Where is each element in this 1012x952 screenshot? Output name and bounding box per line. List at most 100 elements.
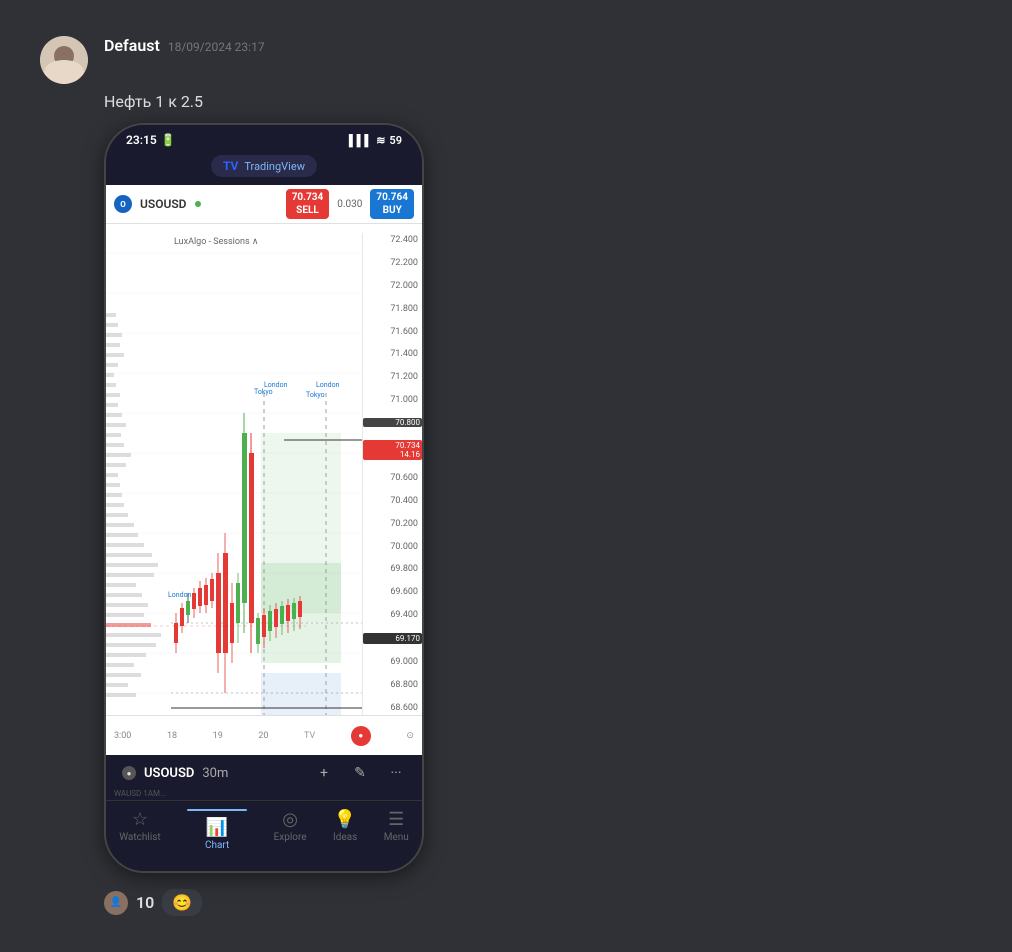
time-axis: 3:00 18 19 20 TV ● ⊙ bbox=[106, 715, 422, 755]
price-68600: 68.600 bbox=[363, 703, 422, 713]
price-71400: 71.400 bbox=[363, 349, 422, 359]
time-19: 19 bbox=[213, 731, 223, 741]
explore-icon: ◎ bbox=[282, 809, 298, 830]
price-71000: 71.000 bbox=[363, 395, 422, 405]
watchlist-label: Watchlist bbox=[119, 832, 160, 843]
post-meta: Defaust 18/09/2024 23:17 bbox=[104, 36, 265, 55]
phone-mockup: 23:15 🔋 ▌▌▌ ≋ 59 TV TradingView bbox=[104, 123, 424, 873]
status-bar: 23:15 🔋 ▌▌▌ ≋ 59 bbox=[106, 125, 422, 151]
bottom-timeframe: 30m bbox=[202, 766, 228, 781]
symbol-icon: O bbox=[114, 195, 132, 213]
chart-top-bar: O USOUSD 70.734 SELL 0.030 70.764 BUY bbox=[106, 185, 422, 224]
session-london-2: London bbox=[316, 381, 339, 389]
menu-icon: ☰ bbox=[388, 809, 404, 830]
chart-svg bbox=[106, 233, 366, 715]
tv-icon: TV bbox=[223, 159, 238, 173]
tv-logo-pill: TV TradingView bbox=[211, 155, 317, 177]
time-300: 3:00 bbox=[114, 731, 131, 741]
price-70400: 70.400 bbox=[363, 496, 422, 506]
tab-explore[interactable]: ◎ Explore bbox=[274, 809, 307, 851]
emoji-icon: 😊 bbox=[172, 893, 192, 912]
time-18: 18 bbox=[167, 731, 177, 741]
tab-watchlist[interactable]: ☆ Watchlist bbox=[119, 809, 160, 851]
tradingview-header: TV TradingView bbox=[106, 151, 422, 185]
price-72000: 72.000 bbox=[363, 281, 422, 291]
more-icon[interactable]: ··· bbox=[386, 763, 406, 783]
post-header: Defaust 18/09/2024 23:17 bbox=[40, 36, 650, 84]
price-68800: 68.800 bbox=[363, 680, 422, 690]
post-text: Нефть 1 к 2.5 bbox=[104, 92, 650, 111]
session-tokyo-1: Tokyo bbox=[254, 388, 273, 396]
watchlist-icon: ☆ bbox=[132, 809, 148, 830]
ideas-icon: 💡 bbox=[334, 809, 356, 830]
emoji-reaction[interactable]: 😊 bbox=[162, 889, 202, 916]
author-name: Defaust bbox=[104, 36, 160, 55]
chart-area: London Tokyo London Tokyo London 72.400 … bbox=[106, 233, 422, 715]
tv-watermark: TV bbox=[304, 731, 315, 741]
clock: 23:15 bbox=[126, 133, 157, 147]
price-70200: 70.200 bbox=[363, 519, 422, 529]
indicator-label: LuxAlgo - Sessions ∧ bbox=[174, 237, 258, 247]
tab-bar: ☆ Watchlist 📊 Chart ◎ Explore 💡 Ideas bbox=[106, 800, 422, 871]
status-icons: ▌▌▌ ≋ 59 bbox=[349, 134, 402, 147]
time-20: 20 bbox=[258, 731, 268, 741]
symbol-name: USOUSD bbox=[140, 197, 187, 211]
add-icon[interactable]: + bbox=[314, 763, 334, 783]
avatar-image bbox=[40, 36, 88, 84]
price-70600: 70.600 bbox=[363, 473, 422, 483]
reactor-avatar: 👤 bbox=[104, 891, 128, 915]
price-69170-badge: 69.170 bbox=[363, 633, 422, 644]
sell-button[interactable]: 70.734 SELL bbox=[286, 189, 330, 219]
ticker-tape: WAUSD 1AM... bbox=[106, 787, 422, 800]
edit-icon[interactable]: ✎ bbox=[350, 763, 370, 783]
price-72200: 72.200 bbox=[363, 258, 422, 268]
oil-drop-icon: ● bbox=[122, 766, 136, 780]
price-71800: 71.800 bbox=[363, 304, 422, 314]
price-axis: 72.400 72.200 72.000 71.800 71.600 71.40… bbox=[362, 233, 422, 715]
status-time: 23:15 🔋 bbox=[126, 133, 176, 147]
symbol-initial: O bbox=[120, 200, 126, 209]
control-icons: + ✎ ··· bbox=[314, 763, 406, 783]
post-timestamp: 18/09/2024 23:17 bbox=[168, 40, 265, 54]
post-container: Defaust 18/09/2024 23:17 Нефть 1 к 2.5 2… bbox=[20, 20, 670, 932]
ideas-label: Ideas bbox=[333, 832, 357, 843]
author-line: Defaust 18/09/2024 23:17 bbox=[104, 36, 265, 55]
phone-wrapper: 23:15 🔋 ▌▌▌ ≋ 59 TV TradingView bbox=[104, 123, 650, 873]
battery-icon: 🔋 bbox=[161, 133, 176, 147]
price-69800: 69.800 bbox=[363, 564, 422, 574]
reaction-count: 10 bbox=[136, 893, 154, 912]
battery-pct: 59 bbox=[389, 134, 402, 147]
explore-label: Explore bbox=[274, 832, 307, 843]
session-tokyo-2: Tokyo bbox=[306, 391, 325, 399]
chart-container: O USOUSD 70.734 SELL 0.030 70.764 BUY bbox=[106, 185, 422, 755]
tab-active-indicator bbox=[187, 809, 247, 811]
price-72400: 72.400 bbox=[363, 235, 422, 245]
price-69600: 69.600 bbox=[363, 587, 422, 597]
tab-chart[interactable]: 📊 Chart bbox=[187, 809, 247, 851]
price-70800: 70.800 bbox=[363, 418, 422, 427]
spread-value: 0.030 bbox=[337, 199, 362, 210]
tab-menu[interactable]: ☰ Menu bbox=[384, 809, 409, 851]
expand-icon[interactable]: ⊙ bbox=[406, 731, 414, 741]
current-price-badge: 70.734 14.16 bbox=[363, 440, 422, 460]
price-71200: 71.200 bbox=[363, 372, 422, 382]
chart-icon: 📊 bbox=[206, 817, 228, 838]
tab-ideas[interactable]: 💡 Ideas bbox=[333, 809, 357, 851]
price-69400: 69.400 bbox=[363, 610, 422, 620]
avatar bbox=[40, 36, 88, 84]
live-indicator bbox=[195, 201, 201, 207]
menu-label: Menu bbox=[384, 832, 409, 843]
reactions-row: 👤 10 😊 bbox=[104, 889, 650, 916]
signal-icon: ▌▌▌ bbox=[349, 134, 372, 147]
symbol-info: ● USOUSD 30m bbox=[122, 766, 228, 781]
bottom-controls: ● USOUSD 30m + ✎ ··· bbox=[106, 755, 422, 787]
tradingview-badge: ● bbox=[351, 726, 371, 746]
wifi-icon: ≋ bbox=[376, 134, 385, 147]
session-london-3: London bbox=[168, 591, 191, 599]
buy-button[interactable]: 70.764 BUY bbox=[370, 189, 414, 219]
price-70000: 70.000 bbox=[363, 542, 422, 552]
tv-label: TradingView bbox=[244, 160, 305, 173]
price-69000: 69.000 bbox=[363, 657, 422, 667]
price-71600: 71.600 bbox=[363, 327, 422, 337]
bottom-symbol: USOUSD bbox=[144, 766, 194, 781]
